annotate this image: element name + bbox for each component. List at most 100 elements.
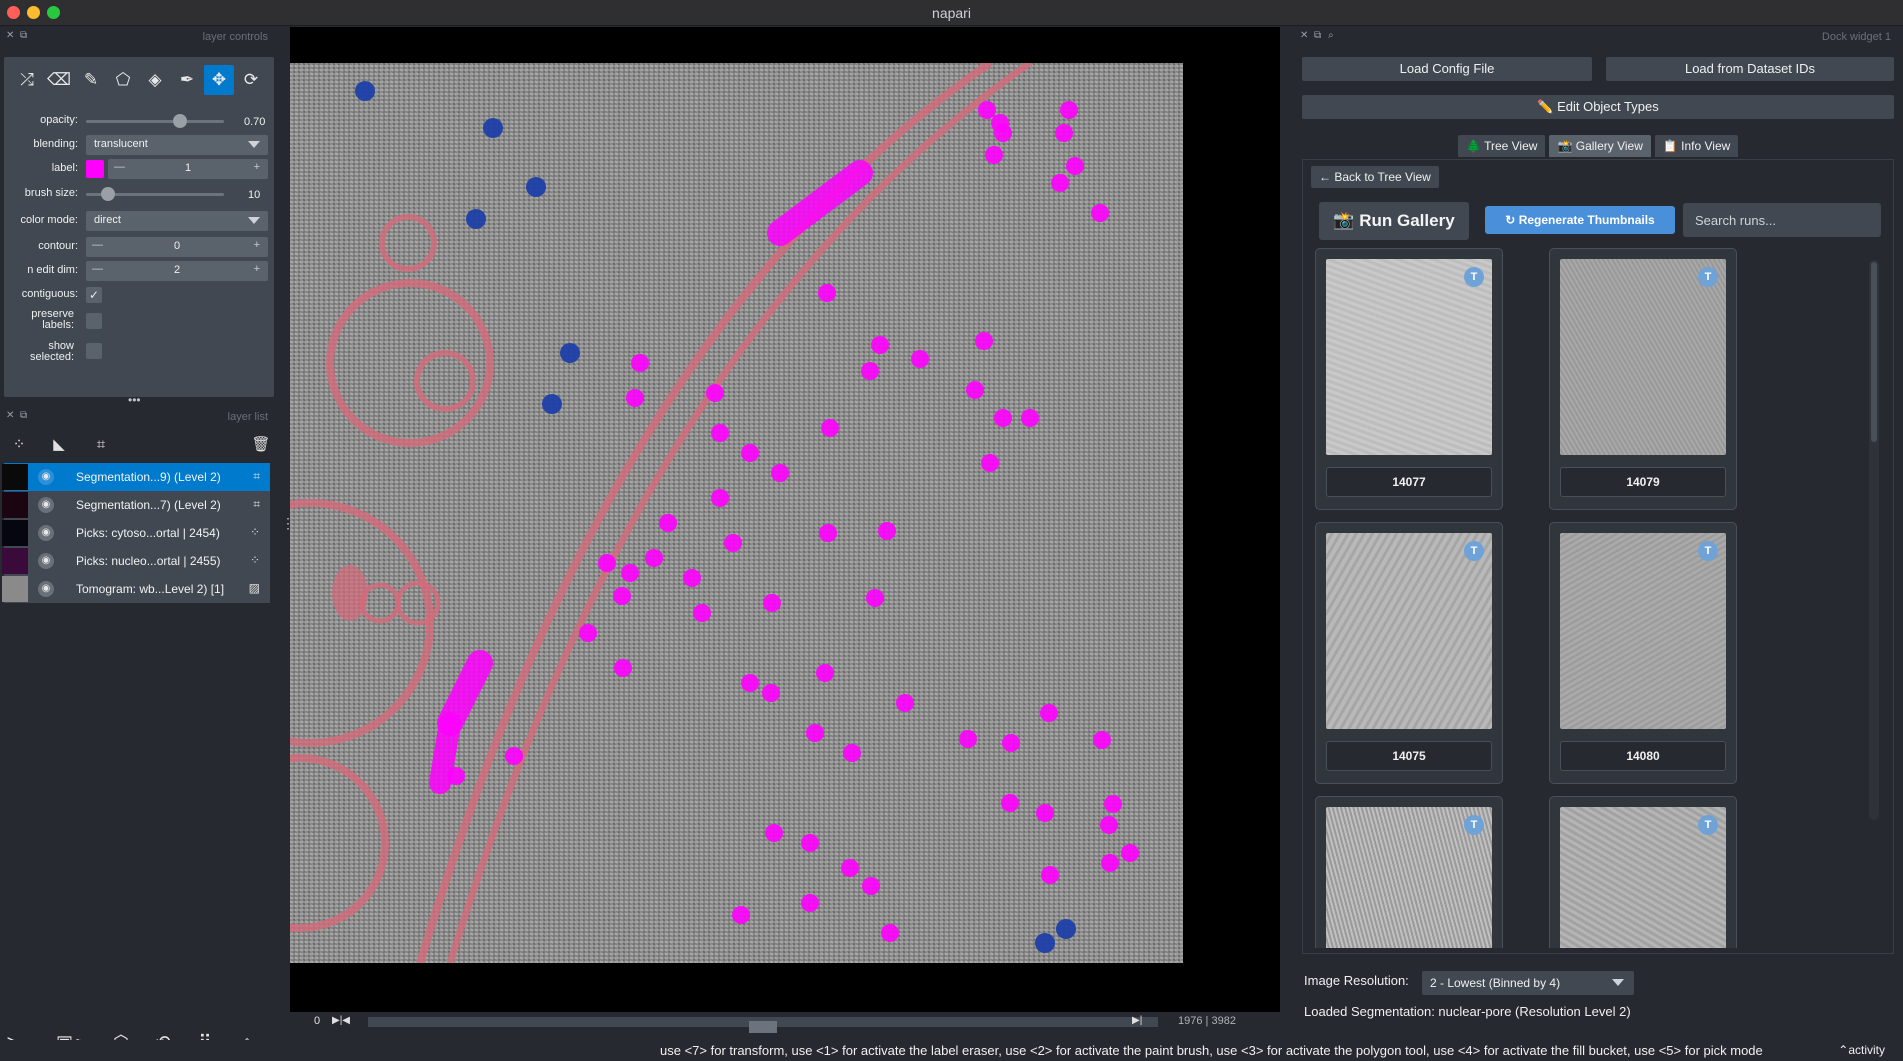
layer-row[interactable]: ◉ Tomogram: wb...Level 2) [1] ▨ [2, 575, 270, 603]
dims-slider-handle[interactable] [749, 1021, 777, 1033]
splitter-handle[interactable]: ••• [128, 393, 141, 407]
dims-slider[interactable] [368, 1017, 1158, 1033]
blending-control: blending: translucent [4, 134, 274, 156]
increment-icon[interactable]: + [254, 161, 260, 173]
layer-list-header: ✕ ⧉ layer list [0, 407, 280, 427]
brush-size-slider-handle[interactable] [100, 187, 115, 201]
edit-object-types-button[interactable]: ✏️ Edit Object Types [1302, 95, 1894, 119]
close-icon[interactable]: ✕ [6, 410, 14, 421]
load-dataset-button[interactable]: Load from Dataset IDs [1606, 57, 1894, 81]
tab-tree-view[interactable]: 🌲 Tree View [1458, 135, 1546, 157]
gallery-scrollbar[interactable] [1869, 260, 1879, 820]
layer-name: Picks: cytoso...ortal | 2454) [76, 526, 220, 540]
back-to-tree-button[interactable]: ← Back to Tree View [1311, 166, 1439, 188]
contour-spinbox[interactable]: — 0 + [86, 237, 268, 257]
new-points-layer-icon[interactable]: ⁘ [6, 431, 32, 457]
tomogram-image[interactable] [290, 63, 1183, 963]
shuffle-icon[interactable]: ⤮ [12, 65, 42, 95]
n-edit-dim-spinbox[interactable]: — 2 + [86, 261, 268, 281]
layer-row[interactable]: ◉ Segmentation...7) (Level 2) ⌗ [2, 491, 270, 519]
label-value: 1 [184, 162, 192, 174]
nuclear-pore-pick [1021, 409, 1039, 427]
nuclear-pore-pick [1055, 124, 1073, 142]
pan-zoom-icon[interactable]: ✥ [204, 65, 234, 95]
new-labels-layer-icon[interactable]: ⌗ [88, 431, 114, 457]
transform-icon[interactable]: ⟳ [236, 65, 266, 95]
close-icon[interactable]: ✕ [6, 30, 14, 41]
nuclear-pore-pick [818, 284, 836, 302]
run-card[interactable]: T 14075 [1315, 522, 1503, 784]
visibility-eye-icon[interactable]: ◉ [38, 553, 54, 569]
search-icon[interactable]: ⌕ [1328, 30, 1334, 41]
visibility-eye-icon[interactable]: ◉ [38, 525, 54, 541]
nuclear-pore-pick [896, 694, 914, 712]
visibility-eye-icon[interactable]: ◉ [38, 497, 54, 513]
visibility-eye-icon[interactable]: ◉ [38, 469, 54, 485]
nuclear-pore-pick [878, 522, 896, 540]
close-icon[interactable]: ✕ [1300, 30, 1308, 41]
opacity-slider[interactable] [86, 120, 224, 123]
run-thumbnail[interactable] [1560, 533, 1726, 729]
nuclear-pore-pick [801, 894, 819, 912]
gallery-panel: ← Back to Tree View 📸 Run Gallery ↻ Rege… [1302, 159, 1894, 954]
nuclear-pore-pick [598, 554, 616, 572]
layer-row[interactable]: ◉ Segmentation...9) (Level 2) ⌗ [2, 463, 270, 491]
blending-select[interactable]: translucent [86, 135, 268, 155]
dock-widget: ✕ ⧉ ⌕ Dock widget 1 Load Config File Loa… [1288, 27, 1903, 1033]
float-icon[interactable]: ⧉ [1314, 30, 1321, 41]
eraser-icon[interactable]: ⌫ [44, 65, 74, 95]
end-icon[interactable]: ▶| [1132, 1015, 1142, 1026]
show-selected-checkbox[interactable] [86, 343, 102, 359]
float-icon[interactable]: ⧉ [20, 30, 27, 41]
dock-widget-header: ✕ ⧉ ⌕ Dock widget 1 [1288, 27, 1903, 47]
image-resolution-label: Image Resolution: [1304, 973, 1409, 988]
label-color-swatch[interactable] [86, 160, 104, 178]
tab-info-view[interactable]: 📋 Info View [1654, 135, 1739, 157]
layer-row[interactable]: ◉ Picks: nucleo...ortal | 2455) ⁘ [2, 547, 270, 575]
image-resolution-select[interactable]: 2 - Lowest (Binned by 4) [1422, 971, 1634, 995]
layer-row[interactable]: ◉ Picks: cytoso...ortal | 2454) ⁘ [2, 519, 270, 547]
new-shapes-layer-icon[interactable]: ◣ [46, 431, 72, 457]
regenerate-thumbnails-button[interactable]: ↻ Regenerate Thumbnails [1485, 206, 1675, 234]
layer-list-title: layer list [227, 411, 268, 423]
nuclear-pore-pick [861, 362, 879, 380]
search-runs-input[interactable] [1683, 203, 1881, 237]
activity-button[interactable]: ⌃activity [1838, 1043, 1885, 1057]
label-control: label: — 1 + [4, 158, 274, 180]
picker-icon[interactable]: ✒ [172, 65, 202, 95]
viewer-canvas[interactable] [290, 27, 1280, 1012]
nuclear-pore-pick [765, 824, 783, 842]
increment-icon[interactable]: + [254, 263, 260, 275]
nuclear-pore-pick [614, 659, 632, 677]
run-thumbnail[interactable] [1326, 259, 1492, 455]
run-card[interactable]: T [1315, 796, 1503, 948]
run-id-label: 14080 [1560, 741, 1726, 771]
contiguous-checkbox[interactable]: ✓ [86, 287, 102, 303]
labels-layer-icon: ⌗ [253, 469, 260, 483]
run-thumbnail[interactable] [1326, 533, 1492, 729]
load-config-button[interactable]: Load Config File [1302, 57, 1592, 81]
run-card[interactable]: T 14079 [1549, 248, 1737, 510]
layer-name: Picks: nucleo...ortal | 2455) [76, 554, 221, 568]
visibility-eye-icon[interactable]: ◉ [38, 581, 54, 597]
run-card[interactable]: T 14080 [1549, 522, 1737, 784]
tomogram-badge-icon: T [1698, 541, 1718, 561]
brush-icon[interactable]: ✎ [76, 65, 106, 95]
play-icon[interactable]: ▶|◀ [332, 1015, 350, 1026]
gallery-scrollbar-thumb[interactable] [1871, 262, 1877, 442]
label-spinbox[interactable]: — 1 + [108, 159, 268, 179]
float-icon[interactable]: ⧉ [20, 410, 27, 421]
color-mode-select[interactable]: direct [86, 211, 268, 231]
run-card[interactable]: T [1549, 796, 1737, 948]
nuclear-pore-pick [683, 569, 701, 587]
preserve-labels-checkbox[interactable] [86, 313, 102, 329]
run-thumbnail[interactable] [1560, 259, 1726, 455]
tab-gallery-view[interactable]: 📸 Gallery View [1549, 135, 1651, 157]
opacity-slider-handle[interactable] [172, 114, 187, 128]
delete-layer-icon[interactable]: 🗑 [248, 431, 274, 457]
tomogram-badge-icon: T [1464, 541, 1484, 561]
polygon-icon[interactable]: ⬠ [108, 65, 138, 95]
fill-bucket-icon[interactable]: ◈ [140, 65, 170, 95]
run-card[interactable]: T 14077 [1315, 248, 1503, 510]
increment-icon[interactable]: + [254, 239, 260, 251]
